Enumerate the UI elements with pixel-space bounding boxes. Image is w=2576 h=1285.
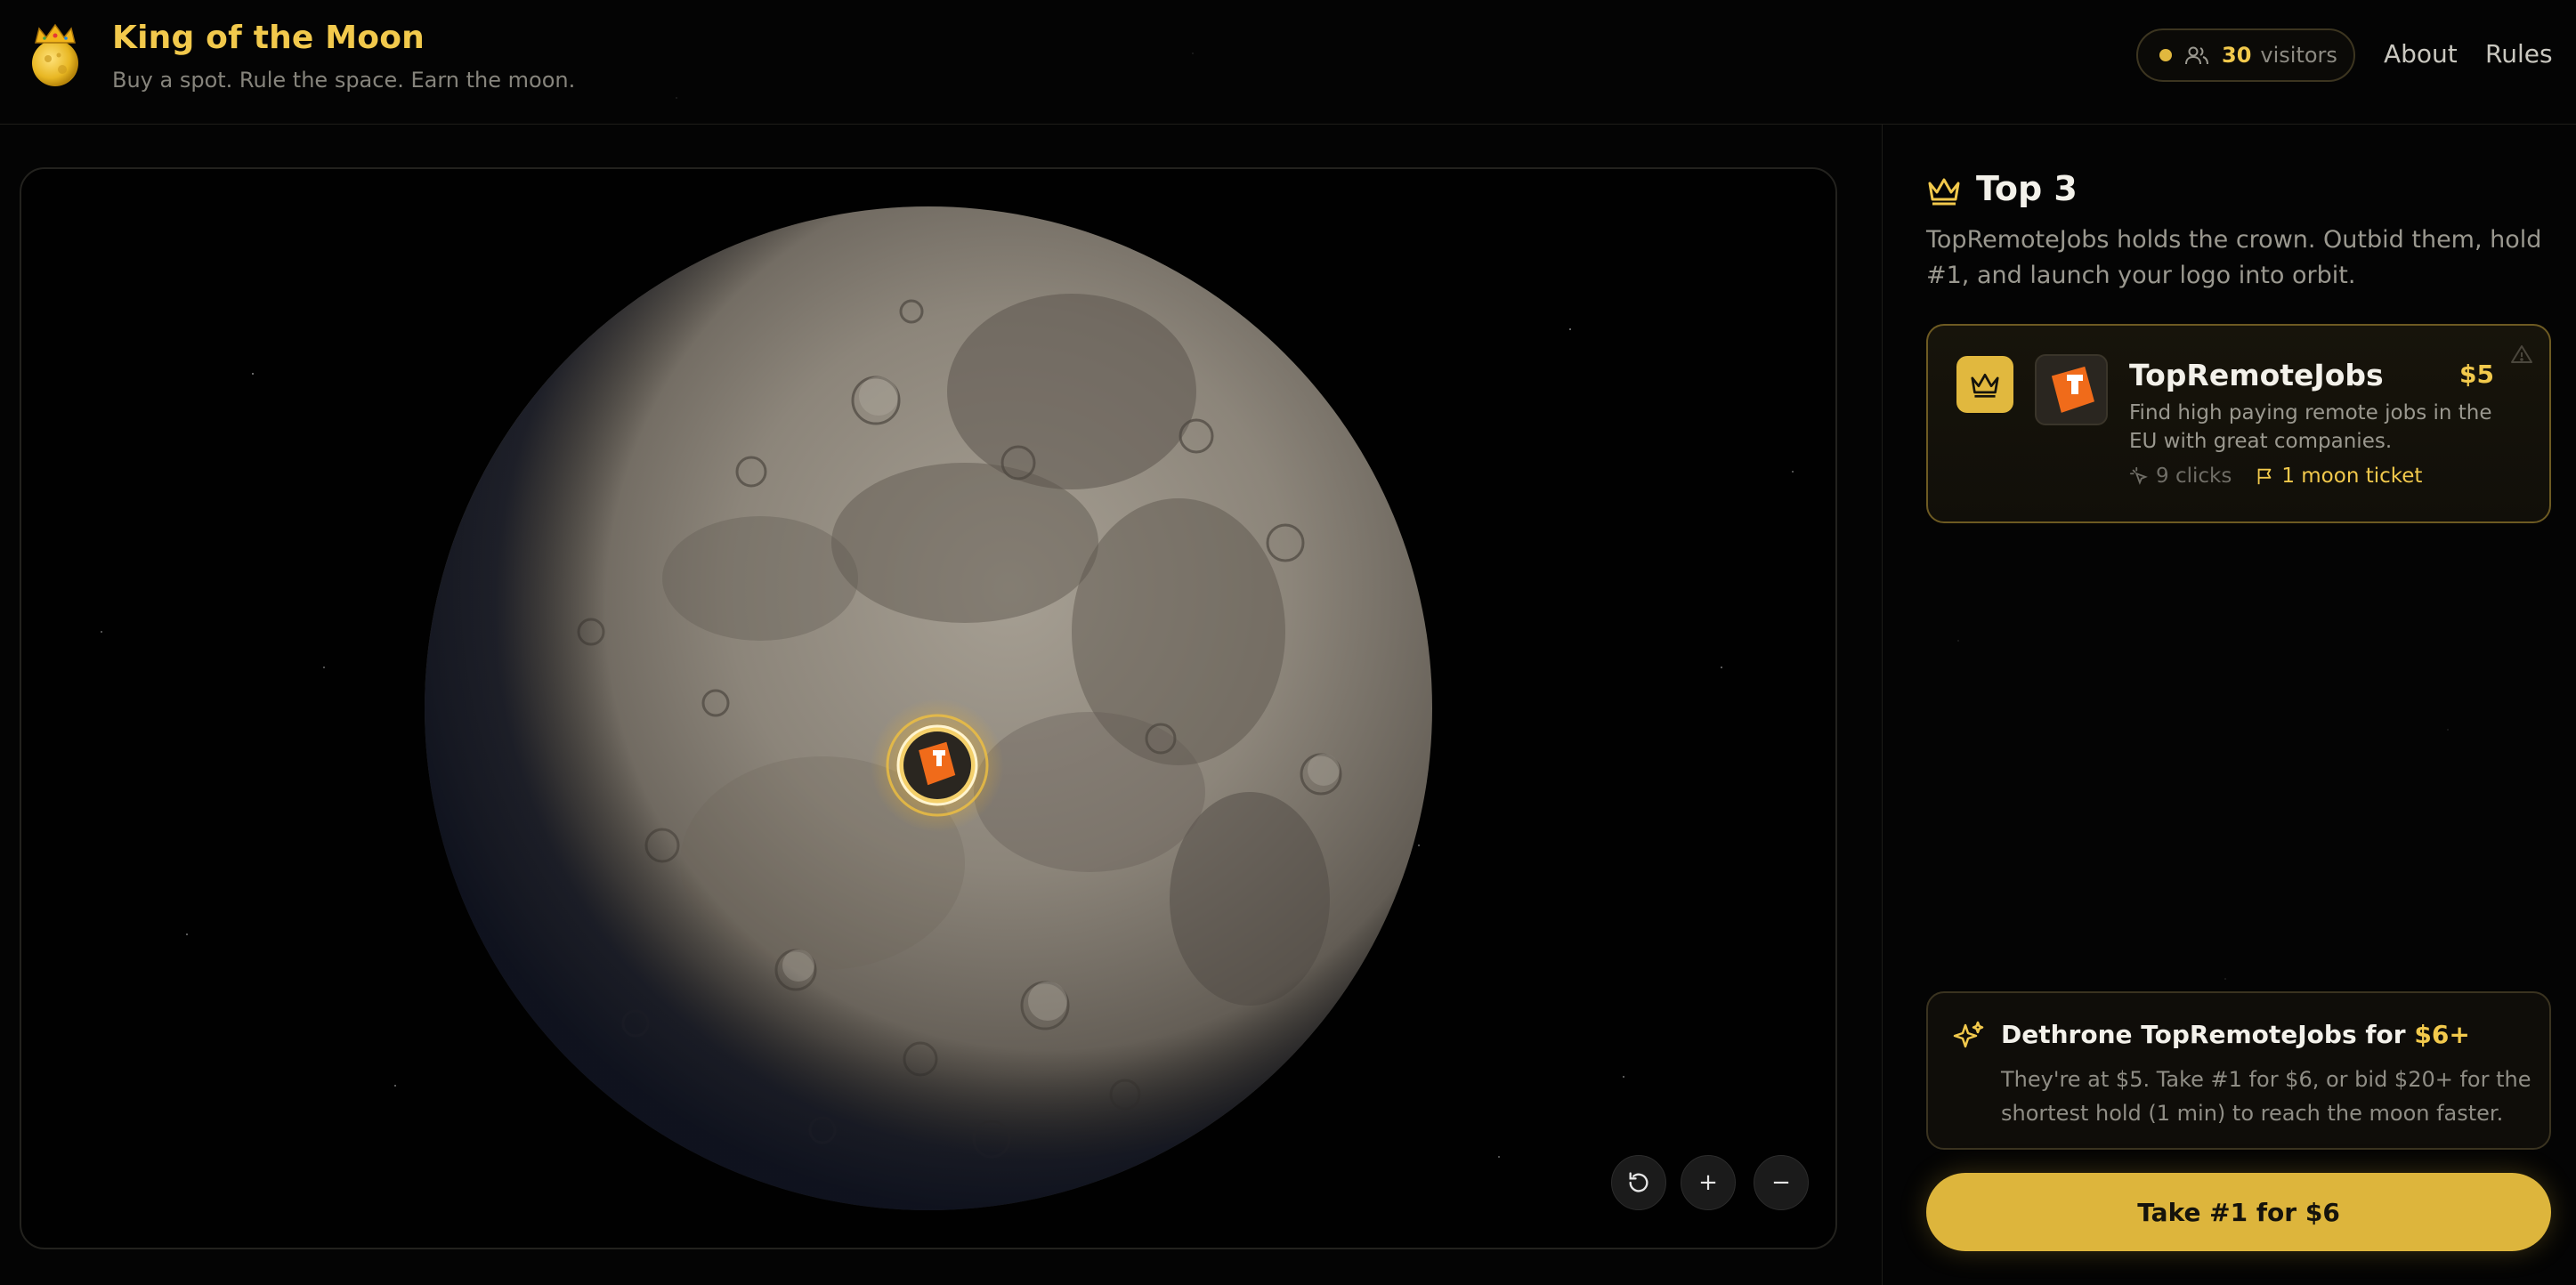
crown-icon — [1971, 374, 1999, 398]
tickets-stat: 1 moon ticket — [2255, 465, 2422, 488]
sparkle-icon — [1953, 1021, 1984, 1048]
flag-icon — [2257, 468, 2272, 485]
clicks-stat: 9 clicks — [2129, 465, 2232, 488]
zoom-out-button[interactable]: − — [1754, 1155, 1809, 1210]
reset-view-icon — [1629, 1172, 1648, 1192]
moon-ticket-count: 1 moon ticket — [2281, 465, 2423, 488]
users-icon — [2185, 46, 2208, 65]
leaderboard-description: TopRemoteJobs holds the crown. Outbid th… — [1926, 226, 2542, 289]
zoom-in-button[interactable]: + — [1681, 1155, 1736, 1210]
leader-logo — [2035, 354, 2108, 425]
leader-name[interactable]: TopRemoteJobs — [2129, 358, 2384, 392]
nav-about-link[interactable]: About — [2384, 39, 2458, 69]
leader-bid-price: $5 — [2459, 360, 2494, 389]
moon-map-panel[interactable]: + − — [20, 167, 1837, 1249]
crown-icon — [1928, 178, 1960, 206]
leader-card-1[interactable]: TopRemoteJobs $5 Find high paying remote… — [1926, 324, 2551, 523]
nav-rules-link[interactable]: Rules — [2485, 39, 2553, 69]
dethrone-description: They're at $5. Take #1 for $6, or bid $2… — [2001, 1067, 2531, 1126]
app-tagline: Buy a spot. Rule the space. Earn the moo… — [112, 68, 576, 93]
live-status-dot — [2159, 49, 2172, 61]
leaderboard-title: Top 3 — [1976, 169, 2078, 208]
clicks-count: 9 clicks — [2156, 465, 2232, 488]
app-title: King of the Moon — [112, 20, 425, 56]
top-remote-jobs-logo — [2051, 366, 2094, 413]
cursor-click-icon — [2129, 466, 2148, 485]
visitors-count: 30 — [2222, 43, 2252, 68]
visitors-label: visitors — [2260, 43, 2337, 68]
crowned-moon-logo[interactable] — [27, 23, 84, 89]
warning-icon[interactable] — [2510, 343, 2533, 365]
rank-1-badge — [1956, 356, 2013, 413]
panel-divider — [1882, 125, 1883, 1285]
leader-stats: 9 clicks 1 moon ticket — [2129, 465, 2422, 488]
moon-spot-marker[interactable] — [871, 699, 1004, 832]
app-header: King of the Moon Buy a spot. Rule the sp… — [0, 0, 2576, 125]
dethrone-title: Dethrone TopRemoteJobs for $6+ — [2001, 1020, 2470, 1049]
dethrone-card: Dethrone TopRemoteJobs for $6+ They're a… — [1926, 991, 2551, 1150]
dethrone-amount: $6+ — [2414, 1020, 2470, 1049]
visitors-badge: 30 visitors — [2136, 28, 2355, 82]
top-remote-jobs-logo-marker — [871, 699, 1004, 832]
leader-description: Find high paying remote jobs in the EU w… — [2129, 401, 2492, 453]
take-first-place-button[interactable]: Take #1 for $6 — [1926, 1173, 2551, 1251]
dethrone-title-text: Dethrone TopRemoteJobs for — [2001, 1020, 2415, 1049]
reset-view-button[interactable] — [1611, 1155, 1666, 1210]
